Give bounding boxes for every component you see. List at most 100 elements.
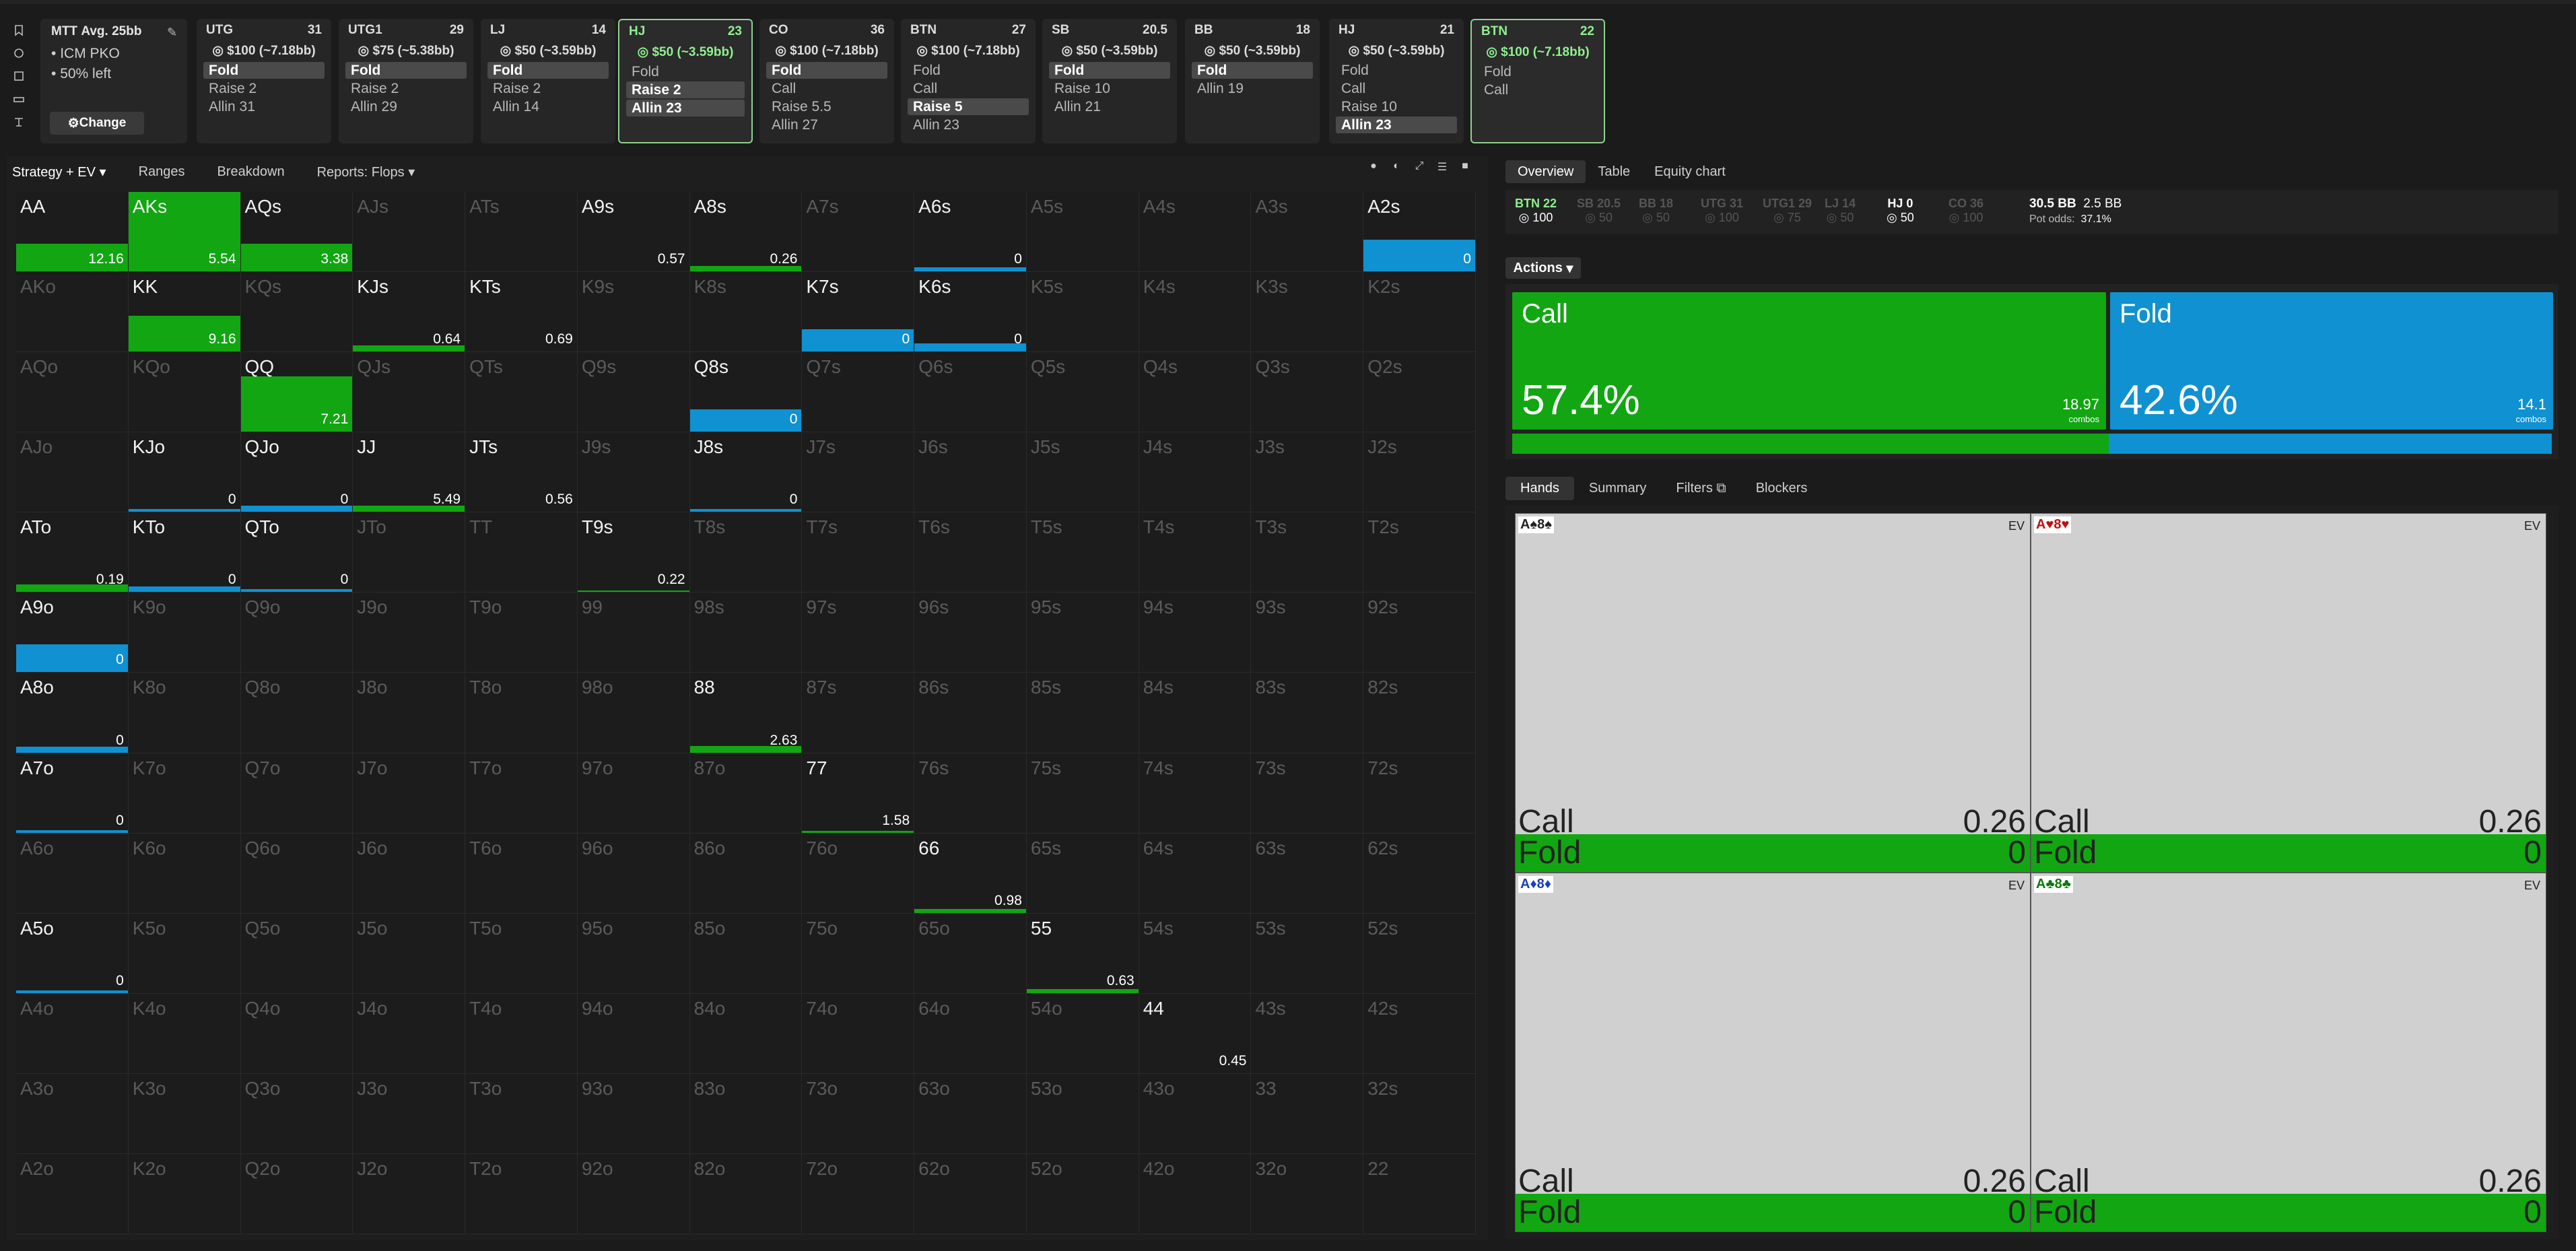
hand-cell[interactable]: 72s	[1363, 753, 1476, 834]
hand-cell[interactable]: T2s	[1363, 512, 1476, 593]
hand-cell[interactable]: K9s	[577, 272, 690, 353]
hand-cell[interactable]: Q4o	[240, 993, 353, 1074]
hand-cell[interactable]: 84o	[689, 993, 803, 1074]
hand-cell[interactable]: 63o	[914, 1073, 1027, 1154]
hand-cell[interactable]: 92o	[577, 1153, 690, 1234]
hand-cell[interactable]: KJo 0	[128, 432, 241, 513]
hand-cell[interactable]: Q9o	[240, 593, 353, 673]
hand-cell[interactable]: KTs 0.69	[465, 272, 578, 353]
action-item[interactable]: Raise 10	[1049, 80, 1170, 97]
hand-cell[interactable]: T3o	[465, 1073, 578, 1154]
hand-cell[interactable]: KQs	[240, 272, 353, 353]
hand-cell[interactable]: T7o	[465, 753, 578, 834]
hand-cell[interactable]: 98s	[689, 593, 803, 673]
hand-cell[interactable]: QQ 7.21	[240, 352, 353, 433]
hand-cell[interactable]: A3s	[1251, 192, 1364, 273]
hand-cell[interactable]: A3o	[16, 1073, 129, 1154]
hand-cell[interactable]: A7o 0	[16, 753, 129, 834]
hand-cell[interactable]: 95o	[577, 913, 690, 994]
hand-cell[interactable]: A2s 0	[1363, 192, 1476, 273]
hand-cell[interactable]: T4o	[465, 993, 578, 1074]
action-item[interactable]: Fold	[1049, 62, 1170, 79]
actions-dropdown[interactable]: Actions ▾	[1505, 257, 1581, 279]
hand-cell[interactable]: T6s	[914, 512, 1027, 593]
hand-cell[interactable]: Q6s	[914, 352, 1027, 433]
hand-cell[interactable]: Q4s	[1139, 352, 1252, 433]
hand-cell[interactable]: J6o	[353, 833, 466, 914]
hand-cell[interactable]: A6s 0	[914, 192, 1027, 273]
hand-cell[interactable]: Q3s	[1251, 352, 1364, 433]
hand-cell[interactable]: 85s	[1026, 673, 1139, 753]
position-card-lj[interactable]: LJ 14 ◎ $50 (~3.59bb) Fold Raise 2 Allin 14	[481, 19, 615, 143]
tab-hands[interactable]: Hands	[1505, 476, 1574, 500]
tab-table[interactable]: Table	[1586, 160, 1642, 183]
hand-cell[interactable]: J8o	[353, 673, 466, 753]
action-item[interactable]: Allin 23	[626, 100, 745, 116]
hand-cell[interactable]: QJs	[353, 352, 466, 433]
hand-cell[interactable]: T5s	[1026, 512, 1139, 593]
hand-cell[interactable]: 98o	[577, 673, 690, 753]
action-item[interactable]: Fold	[908, 62, 1029, 79]
action-item[interactable]: Fold	[766, 62, 887, 79]
hand-cell[interactable]: J6s	[914, 432, 1027, 513]
hand-cell[interactable]: 86o	[689, 833, 803, 914]
save-icon[interactable]	[5, 65, 32, 88]
hand-cell[interactable]: 97s	[802, 593, 915, 673]
hand-cell[interactable]: Q3o	[240, 1073, 353, 1154]
hand-cell[interactable]: TT	[465, 512, 578, 593]
hand-card[interactable]: A♠8♠ EV Call 0.26 Fold 0	[1515, 513, 2031, 873]
hand-cell[interactable]: T2o	[465, 1153, 578, 1234]
hand-cell[interactable]: 62s	[1363, 833, 1476, 914]
action-item[interactable]: Allin 29	[345, 98, 467, 115]
hand-cell[interactable]: K7o	[128, 753, 241, 834]
position-card-co[interactable]: CO 36 ◎ $100 (~7.18bb) Fold Call Raise 5.5 All…	[759, 19, 894, 143]
text-icon[interactable]	[5, 110, 32, 133]
action-item[interactable]: Allin 23	[908, 116, 1029, 133]
hand-cell[interactable]: 87o	[689, 753, 803, 834]
hand-cell[interactable]: 65s	[1026, 833, 1139, 914]
hand-card[interactable]: A♣8♣ EV Call 0.26 Fold 0	[2031, 873, 2546, 1232]
hand-cell[interactable]: AJo	[16, 432, 129, 513]
hand-cell[interactable]: AA 12.16	[16, 192, 129, 273]
hand-cell[interactable]: 42s	[1363, 993, 1476, 1074]
hand-cell[interactable]: Q7s	[802, 352, 915, 433]
hand-cell[interactable]: 96s	[914, 593, 1027, 673]
hand-cell[interactable]: K4o	[128, 993, 241, 1074]
hand-cell[interactable]: 95s	[1026, 593, 1139, 673]
hand-cell[interactable]: 52o	[1026, 1153, 1139, 1234]
hand-cell[interactable]: A9s 0.57	[577, 192, 690, 273]
hand-cell[interactable]: QJo 0	[240, 432, 353, 513]
hand-cell[interactable]: 96o	[577, 833, 690, 914]
bookmark-icon[interactable]	[5, 19, 32, 42]
hand-cell[interactable]: J4s	[1139, 432, 1252, 513]
hand-cell[interactable]: K8o	[128, 673, 241, 753]
action-item[interactable]: Call	[908, 80, 1029, 97]
hand-cell[interactable]: 44 0.45	[1139, 993, 1252, 1074]
hand-cell[interactable]: K6s 0	[914, 272, 1027, 353]
hand-cell[interactable]: T5o	[465, 913, 578, 994]
hand-cell[interactable]: 94o	[577, 993, 690, 1074]
hand-cell[interactable]: 73s	[1251, 753, 1364, 834]
action-item[interactable]: Fold	[203, 62, 325, 79]
hand-cell[interactable]: A2o	[16, 1153, 129, 1234]
list-icon[interactable]: ☰	[1435, 160, 1449, 174]
hand-cell[interactable]: K3s	[1251, 272, 1364, 353]
hand-cell[interactable]: 83s	[1251, 673, 1364, 753]
tab-strategy-ev[interactable]: Strategy + EV ▾	[12, 164, 106, 180]
hand-cell[interactable]: A6o	[16, 833, 129, 914]
hand-cell[interactable]: 65o	[914, 913, 1027, 994]
hand-cell[interactable]: KK 9.16	[128, 272, 241, 353]
hand-cell[interactable]: 63s	[1251, 833, 1364, 914]
hand-cell[interactable]: 62o	[914, 1153, 1027, 1234]
hand-cell[interactable]: 42o	[1139, 1153, 1252, 1234]
hand-cell[interactable]: JTs 0.56	[465, 432, 578, 513]
action-item[interactable]: Allin 23	[1336, 116, 1457, 133]
hand-cell[interactable]: J7s	[802, 432, 915, 513]
tab-filters[interactable]: Filters ⧉	[1661, 477, 1740, 500]
hand-cell[interactable]: Q5s	[1026, 352, 1139, 433]
hand-cell[interactable]: J5s	[1026, 432, 1139, 513]
hand-cell[interactable]: 53s	[1251, 913, 1364, 994]
hand-cell[interactable]: T8s	[689, 512, 803, 593]
hand-cell[interactable]: KJs 0.64	[353, 272, 466, 353]
hand-cell[interactable]: Q2o	[240, 1153, 353, 1234]
